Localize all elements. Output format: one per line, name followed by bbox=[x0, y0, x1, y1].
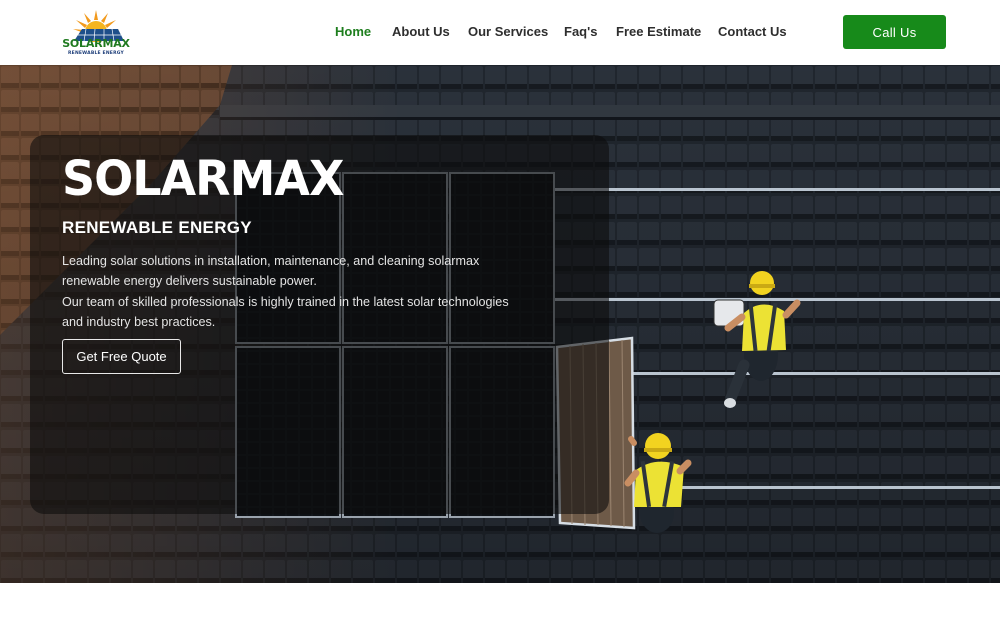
nav-free-estimate[interactable]: Free Estimate bbox=[616, 23, 701, 41]
hero-description: Leading solar solutions in installation,… bbox=[62, 251, 562, 332]
hero-description-line: and industry best practices. bbox=[62, 314, 216, 329]
hero-description-line: Our team of skilled professionals is hig… bbox=[62, 294, 509, 309]
logo-brand-name: SOLARMAX bbox=[62, 37, 130, 50]
hero-subtitle: RENEWABLE ENERGY bbox=[62, 218, 252, 237]
brand-logo[interactable]: SOLARMAX RENEWABLE ENERGY bbox=[62, 8, 130, 60]
page-content-below-hero bbox=[0, 583, 1000, 623]
site-header: SOLARMAX RENEWABLE ENERGY Home About Us … bbox=[0, 0, 1000, 65]
nav-faqs[interactable]: Faq's bbox=[564, 23, 597, 41]
get-free-quote-button[interactable]: Get Free Quote bbox=[62, 339, 181, 374]
hero-description-line: renewable energy delivers sustainable po… bbox=[62, 274, 317, 289]
nav-our-services[interactable]: Our Services bbox=[468, 23, 548, 41]
nav-about-us[interactable]: About Us bbox=[392, 23, 450, 41]
hero-description-line: Leading solar solutions in installation,… bbox=[62, 254, 480, 268]
nav-contact-us[interactable]: Contact Us bbox=[718, 23, 787, 41]
call-us-button[interactable]: Call Us bbox=[843, 15, 946, 49]
hero-title: SOLARMAX bbox=[62, 149, 344, 207]
logo-tagline: RENEWABLE ENERGY bbox=[68, 51, 124, 56]
nav-home[interactable]: Home bbox=[335, 23, 371, 41]
